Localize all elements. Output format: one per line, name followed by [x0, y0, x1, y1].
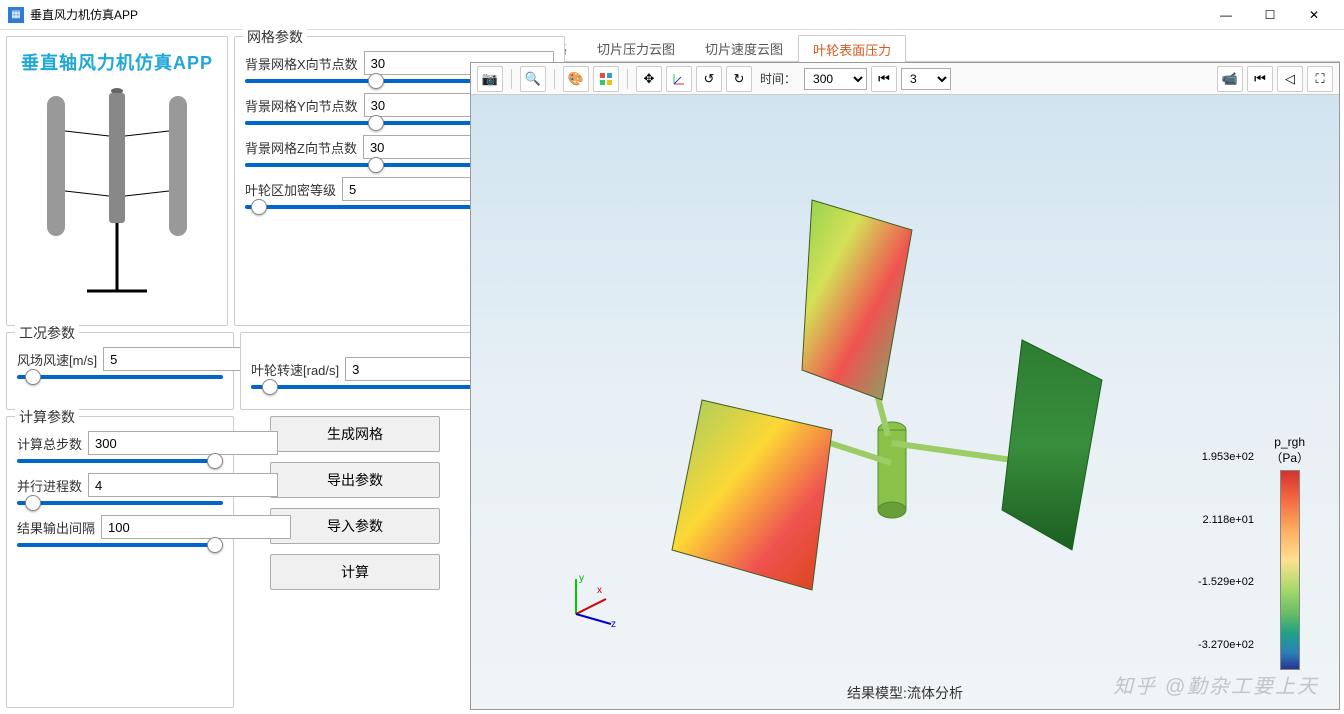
condition-panel: 工况参数 风场风速[m/s]: [6, 332, 234, 410]
prev-frame-icon[interactable]: ◁: [1277, 66, 1303, 92]
axis-icon[interactable]: [666, 66, 692, 92]
bg-y-label: 背景网格Y向节点数: [245, 96, 358, 115]
time-label: 时间：: [760, 70, 796, 87]
mesh-panel-title: 网格参数: [243, 27, 307, 47]
refine-label: 叶轮区加密等级: [245, 180, 336, 199]
palette-icon[interactable]: 🎨: [563, 66, 589, 92]
minimize-button[interactable]: —: [1204, 1, 1248, 29]
zoom-icon[interactable]: 🔍: [520, 66, 546, 92]
turbine-diagram: [17, 81, 217, 301]
compute-button[interactable]: 计算: [270, 554, 440, 590]
turbine-render: [602, 150, 1122, 630]
camera-icon[interactable]: 📷: [477, 66, 503, 92]
wind-label: 风场风速[m/s]: [17, 350, 97, 369]
calc-title: 计算参数: [15, 407, 79, 427]
tab-slice-velocity[interactable]: 切片速度云图: [690, 34, 798, 61]
colorbar: p_rgh（Pa） 1.953e+02 2.118e+01 -1.529e+02…: [1270, 435, 1309, 670]
import-params-button[interactable]: 导入参数: [270, 508, 440, 544]
watermark: 知乎 @勤杂工要上天: [1113, 670, 1319, 699]
colorbar-mid2: -1.529e+02: [1198, 576, 1254, 588]
svg-text:y: y: [579, 573, 584, 584]
bg-x-label: 背景网格X向节点数: [245, 54, 358, 73]
tab-slice-pressure[interactable]: 切片压力云图: [582, 34, 690, 61]
out-label: 结果输出间隔: [17, 518, 95, 537]
colorbar-max: 1.953e+02: [1198, 451, 1254, 463]
svg-text:x: x: [597, 585, 602, 596]
first-frame-icon[interactable]: ⏮: [1247, 66, 1273, 92]
svg-text:z: z: [611, 619, 616, 629]
tab-surface-pressure[interactable]: 叶轮表面压力: [798, 35, 906, 62]
rot-label: 叶轮转速[rad/s]: [251, 360, 339, 379]
maximize-button[interactable]: ☐: [1248, 1, 1292, 29]
frame-select[interactable]: 3: [901, 68, 951, 90]
result-model-label: 结果模型:流体分析: [847, 683, 963, 703]
time-select[interactable]: 300: [804, 68, 867, 90]
colorbar-mid1: 2.118e+01: [1198, 514, 1254, 526]
video-icon[interactable]: 📹: [1217, 66, 1243, 92]
procs-label: 并行进程数: [17, 476, 82, 495]
export-params-button[interactable]: 导出参数: [270, 462, 440, 498]
calc-panel: 计算参数 计算总步数 并行进程数 结果输出间隔: [6, 416, 234, 708]
steps-label: 计算总步数: [17, 434, 82, 453]
render-canvas[interactable]: y x z p_rgh （Pa） 1.953e+02 2.118e+01 -1.5…: [471, 95, 1339, 709]
app-icon: ▦: [8, 7, 24, 23]
wind-slider[interactable]: [17, 375, 223, 379]
generate-mesh-button[interactable]: 生成网格: [270, 416, 440, 452]
procs-slider[interactable]: [17, 501, 223, 505]
cond-title: 工况参数: [15, 323, 79, 343]
rotate-left-icon[interactable]: ↺: [696, 66, 722, 92]
close-button[interactable]: ✕: [1292, 1, 1336, 29]
steps-input[interactable]: [88, 431, 278, 455]
bg-z-label: 背景网格Z向节点数: [245, 138, 357, 157]
viewer: 📷 🔍 🎨 ✥ ↺ ↻ 时间： 300 ⏮ 3 📹 ⏮ ◁ ⛶: [470, 62, 1340, 710]
out-slider[interactable]: [17, 543, 223, 547]
titlebar: ▦ 垂直风力机仿真APP — ☐ ✕: [0, 0, 1344, 30]
window-title: 垂直风力机仿真APP: [30, 6, 1204, 23]
axis-gizmo: y x z: [561, 569, 621, 629]
colorbar-unit: （Pa）: [1270, 451, 1309, 465]
procs-input[interactable]: [88, 473, 278, 497]
out-input[interactable]: [101, 515, 291, 539]
rotate-right-icon[interactable]: ↻: [726, 66, 752, 92]
logo-panel: 垂直轴风力机仿真APP: [6, 36, 228, 326]
colorbar-min: -3.270e+02: [1198, 639, 1254, 651]
result-tabs: 几何 网格 切片压力云图 切片速度云图 叶轮表面压力: [470, 34, 1340, 62]
action-buttons: 生成网格 导出参数 导入参数 计算: [240, 416, 470, 708]
viewer-toolbar: 📷 🔍 🎨 ✥ ↺ ↻ 时间： 300 ⏮ 3 📹 ⏮ ◁ ⛶: [471, 63, 1339, 95]
rewind-icon[interactable]: ⏮: [871, 66, 897, 92]
move-icon[interactable]: ✥: [636, 66, 662, 92]
cube-icon[interactable]: [593, 66, 619, 92]
app-title: 垂直轴风力机仿真APP: [21, 49, 213, 75]
colorbar-name: p_rgh: [1274, 435, 1305, 449]
steps-slider[interactable]: [17, 459, 223, 463]
colorbar-gradient: [1280, 470, 1300, 670]
expand-icon[interactable]: ⛶: [1307, 66, 1333, 92]
